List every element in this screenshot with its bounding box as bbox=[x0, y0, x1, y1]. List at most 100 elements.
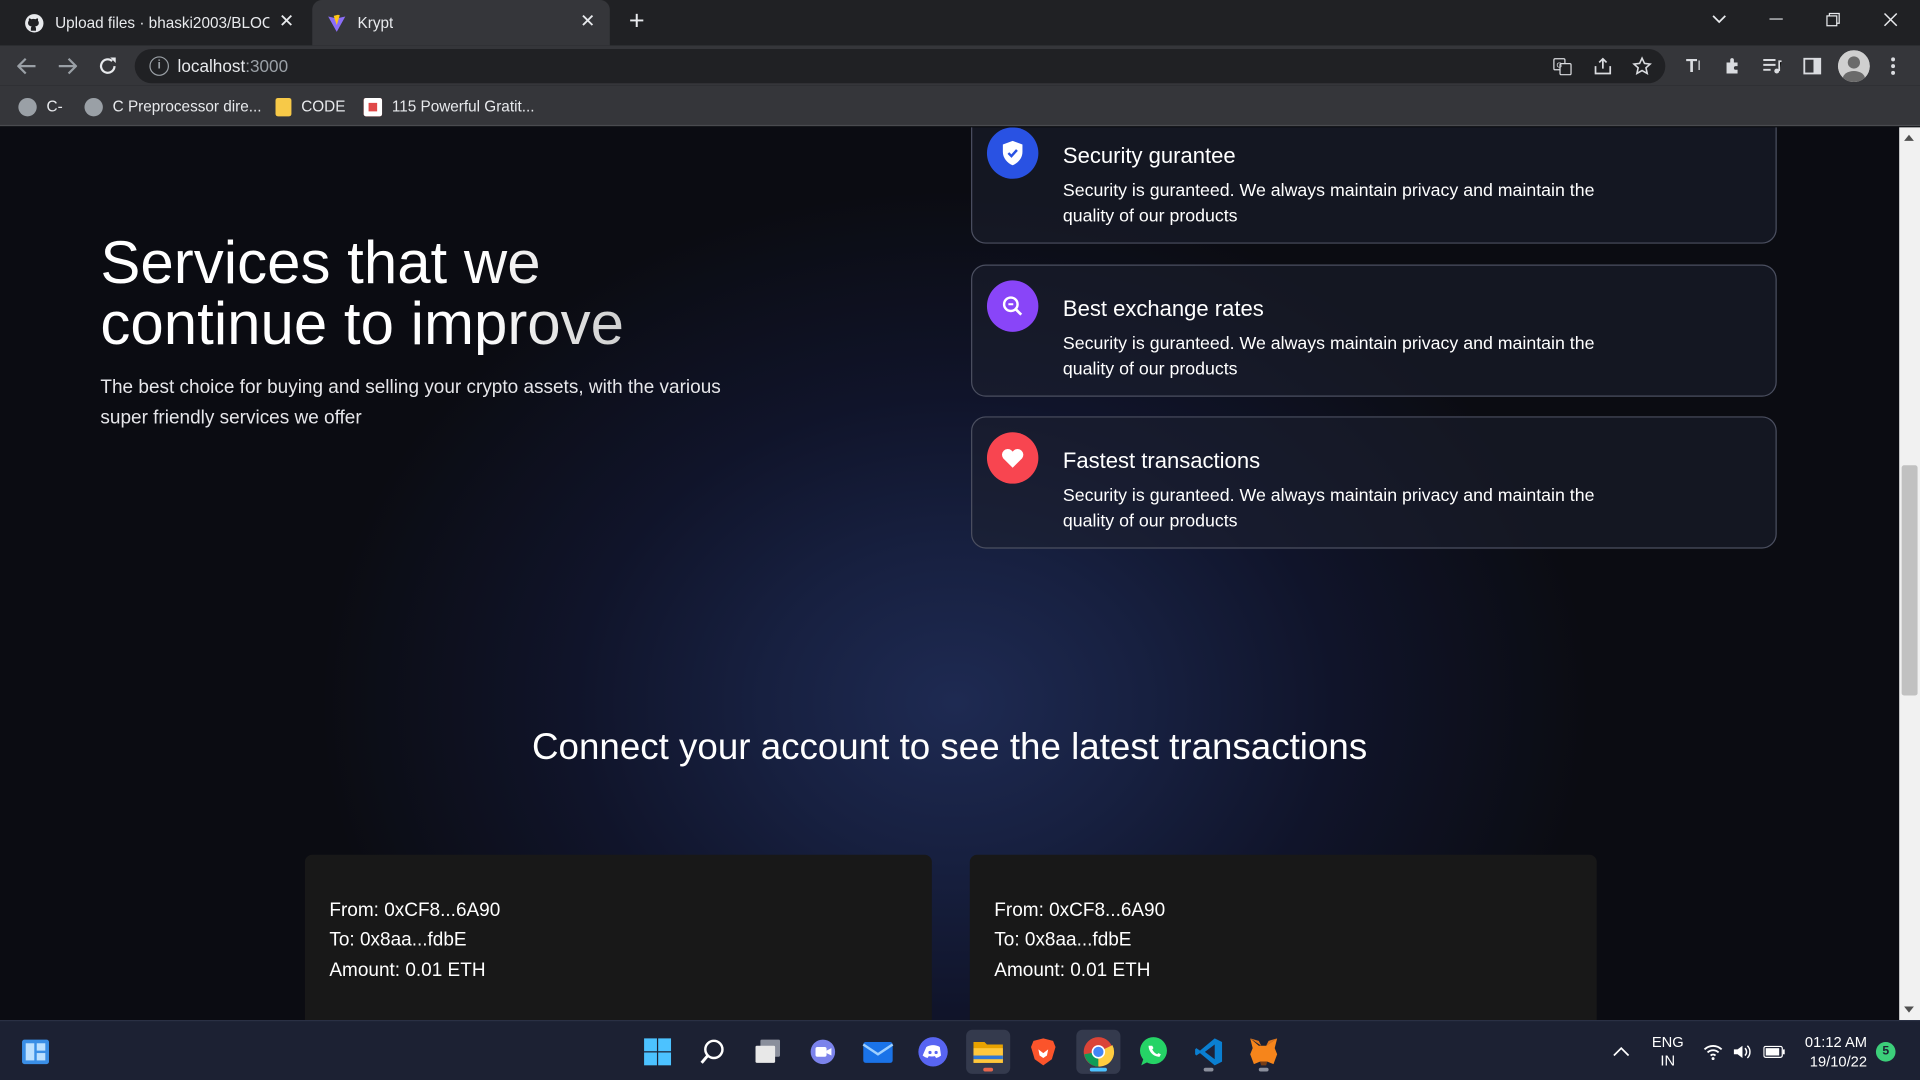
close-window-button[interactable] bbox=[1866, 0, 1915, 39]
file-explorer-icon[interactable] bbox=[966, 1029, 1011, 1074]
heading-line: continue to improve bbox=[100, 291, 625, 358]
scroll-down-icon[interactable] bbox=[1904, 1006, 1914, 1013]
transaction-from[interactable]: From: 0xCF8...6A90 bbox=[329, 900, 500, 922]
bookmarks-bar: C- C Preprocessor dire... CODE 115 Power… bbox=[0, 85, 1920, 127]
notification-count: 5 bbox=[1875, 1041, 1896, 1062]
close-tab-icon[interactable]: ✕ bbox=[277, 12, 297, 32]
address-bar[interactable]: i localhost:3000 G bbox=[134, 48, 1666, 84]
site-info-icon[interactable]: i bbox=[149, 56, 169, 76]
profile-avatar[interactable] bbox=[1837, 50, 1870, 83]
bookmark-item[interactable]: C Preprocessor dire... bbox=[84, 96, 262, 118]
share-icon[interactable] bbox=[1589, 53, 1616, 80]
bookmark-star-icon[interactable] bbox=[1629, 53, 1656, 80]
bookmark-item[interactable]: C- bbox=[18, 96, 63, 118]
url-host: localhost bbox=[177, 56, 246, 76]
page-content: Services that we continue to improve The… bbox=[0, 127, 1900, 1021]
running-indicator bbox=[1258, 1067, 1269, 1072]
transaction-card: From: 0xCF8...6A90 To: 0x8aa...fdbE Amou… bbox=[304, 854, 932, 1021]
bookmark-folder[interactable]: CODE bbox=[275, 96, 346, 118]
transaction-from[interactable]: From: 0xCF8...6A90 bbox=[994, 900, 1165, 922]
vite-icon bbox=[327, 13, 347, 33]
bookmark-label: C- bbox=[46, 97, 63, 116]
tray-overflow-icon[interactable] bbox=[1613, 1021, 1630, 1080]
clock-date: 19/10/22 bbox=[1809, 1052, 1867, 1070]
text-tool-icon[interactable]: TI bbox=[1680, 53, 1707, 80]
tab-search-icon[interactable] bbox=[1695, 0, 1744, 39]
service-title: Fastest transactions bbox=[1062, 448, 1261, 473]
wifi-icon[interactable] bbox=[1703, 1021, 1723, 1080]
metamask-icon[interactable] bbox=[1242, 1030, 1286, 1074]
vscode-icon[interactable] bbox=[1187, 1030, 1231, 1074]
transaction-card: From: 0xCF8...6A90 To: 0x8aa...fdbE Amou… bbox=[969, 854, 1597, 1021]
bookmark-label: CODE bbox=[301, 97, 346, 116]
back-button[interactable] bbox=[11, 50, 43, 82]
clock[interactable]: 01:12 AM 19/10/22 bbox=[1805, 1021, 1867, 1080]
running-indicator bbox=[1089, 1067, 1107, 1072]
service-description: Security is guranteed. We always maintai… bbox=[1062, 181, 1595, 226]
language-indicator[interactable]: ENG IN bbox=[1652, 1021, 1684, 1080]
forward-button[interactable] bbox=[51, 50, 83, 82]
start-icon[interactable] bbox=[636, 1030, 680, 1074]
chrome-icon[interactable] bbox=[1076, 1029, 1121, 1074]
new-tab-button[interactable]: + bbox=[622, 7, 651, 36]
svg-text:G: G bbox=[1556, 60, 1562, 69]
notification-badge[interactable]: 5 bbox=[1875, 1021, 1896, 1080]
extensions-icon[interactable] bbox=[1719, 53, 1746, 80]
heading-line: Services that we bbox=[100, 230, 541, 297]
clock-time: 01:12 AM bbox=[1804, 1032, 1867, 1051]
service-title: Best exchange rates bbox=[1062, 296, 1264, 321]
volume-icon[interactable] bbox=[1733, 1021, 1753, 1080]
minimize-button[interactable] bbox=[1751, 0, 1800, 39]
mail-icon[interactable] bbox=[856, 1030, 900, 1074]
shield-icon bbox=[986, 127, 1039, 179]
search-icon[interactable] bbox=[691, 1030, 735, 1074]
service-card-security: Security gurantee Security is guranteed.… bbox=[971, 127, 1777, 244]
discord-icon[interactable] bbox=[911, 1030, 955, 1074]
side-panel-icon[interactable] bbox=[1799, 53, 1826, 80]
running-indicator bbox=[1203, 1067, 1214, 1072]
service-card-exchange: Best exchange rates Security is gurantee… bbox=[971, 264, 1777, 397]
tab-strip: Upload files · bhaski2003/BLOCK ✕ Krypt … bbox=[0, 0, 1920, 46]
region-label: IN bbox=[1660, 1051, 1676, 1069]
connect-heading: Connect your account to see the latest t… bbox=[532, 727, 1368, 768]
service-description: Security is guranteed. We always maintai… bbox=[1062, 486, 1595, 531]
tab-upload-files[interactable]: Upload files · bhaski2003/BLOCK ✕ bbox=[10, 0, 309, 45]
battery-icon[interactable] bbox=[1763, 1021, 1785, 1080]
menu-kebab-icon[interactable] bbox=[1880, 53, 1907, 80]
transaction-to[interactable]: To: 0x8aa...fdbE bbox=[994, 929, 1131, 951]
reload-button[interactable] bbox=[92, 50, 124, 82]
globe-icon bbox=[84, 97, 103, 116]
transaction-amount: Amount: 0.01 ETH bbox=[329, 960, 486, 981]
services-subtitle: The best choice for buying and selling y… bbox=[100, 377, 721, 429]
folder-icon bbox=[275, 97, 292, 116]
running-indicator bbox=[983, 1067, 994, 1072]
bookmark-label: 115 Powerful Gratit... bbox=[391, 97, 535, 116]
media-control-icon[interactable] bbox=[1758, 53, 1785, 80]
browser-toolbar: i localhost:3000 G TI bbox=[0, 45, 1920, 86]
whatsapp-icon[interactable] bbox=[1131, 1030, 1175, 1074]
scrollbar-thumb[interactable] bbox=[1901, 465, 1918, 696]
transaction-amount: Amount: 0.01 ETH bbox=[994, 960, 1151, 981]
widgets-icon[interactable] bbox=[13, 1030, 57, 1074]
service-title: Security gurantee bbox=[1062, 143, 1236, 168]
url-port: :3000 bbox=[245, 56, 289, 76]
language-label: ENG bbox=[1651, 1032, 1684, 1051]
tab-title: Upload files · bhaski2003/BLOCK bbox=[55, 14, 270, 32]
translate-icon[interactable]: G bbox=[1549, 53, 1576, 80]
page-scrollbar[interactable] bbox=[1899, 127, 1920, 1021]
close-tab-icon[interactable]: ✕ bbox=[578, 12, 598, 32]
restore-button[interactable] bbox=[1809, 0, 1858, 39]
globe-icon bbox=[18, 97, 37, 116]
site-icon bbox=[363, 97, 383, 116]
bookmark-label: C Preprocessor dire... bbox=[112, 97, 262, 116]
search-icon bbox=[986, 280, 1039, 332]
transaction-to[interactable]: To: 0x8aa...fdbE bbox=[329, 929, 466, 951]
task-view-icon[interactable] bbox=[746, 1030, 790, 1074]
bookmark-item[interactable]: 115 Powerful Gratit... bbox=[363, 96, 535, 118]
scroll-up-icon[interactable] bbox=[1904, 134, 1914, 141]
heart-icon bbox=[986, 432, 1039, 484]
teams-chat-icon[interactable] bbox=[801, 1030, 845, 1074]
brave-icon[interactable] bbox=[1021, 1030, 1065, 1074]
tab-title: Krypt bbox=[357, 14, 394, 32]
tab-krypt[interactable]: Krypt ✕ bbox=[312, 0, 610, 46]
